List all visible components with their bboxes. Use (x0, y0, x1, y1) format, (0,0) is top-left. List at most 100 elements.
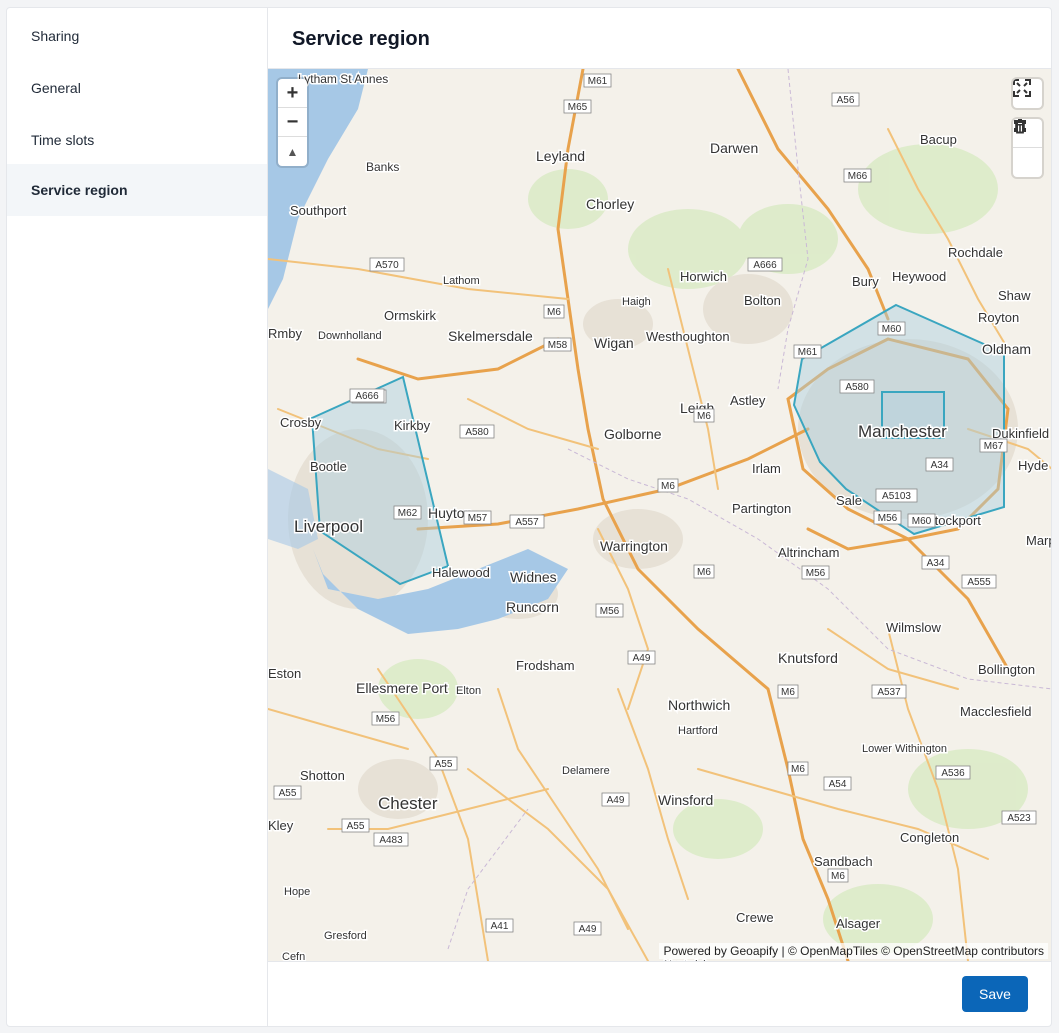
svg-text:M56: M56 (376, 714, 396, 725)
road-label: A55 (429, 756, 458, 771)
save-button[interactable]: Save (962, 976, 1028, 1012)
place-label: Chester (378, 794, 438, 813)
place-label: Cefn (282, 951, 305, 961)
sidebar-item-time-slots[interactable]: Time slots (7, 114, 267, 166)
place-label: Warrington (600, 538, 668, 554)
svg-text:A523: A523 (1007, 813, 1031, 824)
road-label: M56 (873, 510, 902, 525)
svg-text:M60: M60 (882, 324, 902, 335)
svg-text:M56: M56 (600, 606, 620, 617)
road-label: A555 (961, 574, 997, 589)
place-label: Hartford (678, 725, 718, 737)
road-label: M6 (693, 564, 715, 579)
place-label: Skelmersdale (448, 328, 533, 344)
svg-text:A49: A49 (607, 795, 625, 806)
svg-text:M6: M6 (547, 307, 561, 318)
zoom-controls: + − ▲ (278, 79, 307, 166)
svg-text:M6: M6 (697, 411, 711, 422)
road-label: A570 (369, 257, 405, 272)
road-label: A41 (485, 918, 514, 933)
svg-text:M58: M58 (548, 340, 568, 351)
place-label: Altrincham (778, 545, 839, 560)
road-label: M58 (543, 337, 572, 352)
svg-text:M67: M67 (984, 441, 1004, 452)
place-label: Darwen (710, 140, 758, 156)
place-label: Lower Withington (862, 743, 947, 755)
svg-text:A5103: A5103 (882, 491, 911, 502)
svg-text:A666: A666 (355, 391, 379, 402)
svg-text:A49: A49 (633, 653, 651, 664)
road-label: M6 (657, 478, 679, 493)
road-label: A537 (871, 684, 907, 699)
place-label: Crosby (280, 415, 322, 430)
delete-shape-button[interactable] (1013, 119, 1042, 177)
sidebar-item-sharing[interactable]: Sharing (7, 10, 267, 62)
svg-text:A34: A34 (931, 460, 949, 471)
place-label: Congleton (900, 830, 959, 845)
svg-text:M6: M6 (831, 871, 845, 882)
place-label: Bollington (978, 662, 1035, 677)
road-label: M62 (393, 505, 422, 520)
place-label: Southport (290, 203, 347, 218)
place-label: Frodsham (516, 658, 575, 673)
place-label: Oldham (982, 341, 1031, 357)
road-label: A580 (459, 424, 495, 439)
map-canvas[interactable]: Lytham St Annes Leyland Darwen Bacup Banks Ch… (268, 69, 1052, 961)
place-label: Halewood (432, 565, 490, 580)
svg-text:M56: M56 (806, 568, 826, 579)
place-label: Winsford (658, 792, 713, 808)
svg-text:M57: M57 (468, 513, 488, 524)
road-label: M60 (877, 321, 906, 336)
map-attribution[interactable]: Powered by Geoapify | © OpenMapTiles © O… (659, 943, 1048, 959)
place-label: Irlam (752, 461, 781, 476)
road-label: A523 (1001, 810, 1037, 825)
place-label: Sale (836, 493, 862, 508)
svg-text:A580: A580 (845, 382, 869, 393)
sidebar: Sharing General Time slots Service regio… (7, 8, 268, 1026)
svg-text:A570: A570 (375, 260, 399, 271)
place-label: Manchester (858, 422, 947, 441)
road-label: A54 (823, 776, 852, 791)
road-label: A483 (373, 832, 409, 847)
place-label: Liverpool (294, 517, 363, 536)
sidebar-item-service-region[interactable]: Service region (7, 164, 267, 216)
svg-text:A580: A580 (465, 427, 489, 438)
svg-text:M60: M60 (912, 516, 932, 527)
place-label: Crewe (736, 910, 774, 925)
place-label: Haigh (622, 296, 651, 308)
road-label: M56 (371, 711, 400, 726)
settings-panel: Sharing General Time slots Service regio… (6, 7, 1052, 1027)
svg-text:A537: A537 (877, 687, 901, 698)
road-label: M57 (463, 510, 492, 525)
compass-button[interactable]: ▲ (278, 137, 307, 166)
place-label: Bury (852, 274, 879, 289)
place-label: Elton (456, 685, 481, 697)
place-label: Widnes (510, 569, 557, 585)
place-label: Shaw (998, 288, 1031, 303)
place-label: Leyland (536, 148, 585, 164)
svg-text:M65: M65 (568, 102, 588, 113)
svg-text:A54: A54 (829, 779, 847, 790)
place-label: Royton (978, 310, 1019, 325)
road-label: M66 (843, 168, 872, 183)
road-label: A5103 (875, 488, 918, 503)
road-label: M65 (563, 99, 592, 114)
sidebar-item-general[interactable]: General (7, 62, 267, 114)
place-label: Lathom (443, 275, 480, 287)
place-label: Bolton (744, 293, 781, 308)
draw-controls (1013, 119, 1042, 177)
svg-text:M6: M6 (781, 687, 795, 698)
svg-text:A49: A49 (579, 924, 597, 935)
svg-text:A56: A56 (837, 95, 855, 106)
zoom-out-button[interactable]: − (278, 108, 307, 137)
service-region-map[interactable]: Lytham St Annes Leyland Darwen Bacup Banks Ch… (268, 68, 1052, 962)
road-label: M6 (777, 684, 799, 699)
road-label: M61 (583, 73, 612, 88)
place-label: Chorley (586, 196, 634, 212)
place-label: Runcorn (506, 599, 559, 615)
place-label: Astley (730, 393, 766, 408)
fullscreen-button[interactable] (1013, 79, 1042, 108)
road-label: M6 (543, 304, 565, 319)
zoom-in-button[interactable]: + (278, 79, 307, 108)
svg-text:A55: A55 (347, 821, 365, 832)
